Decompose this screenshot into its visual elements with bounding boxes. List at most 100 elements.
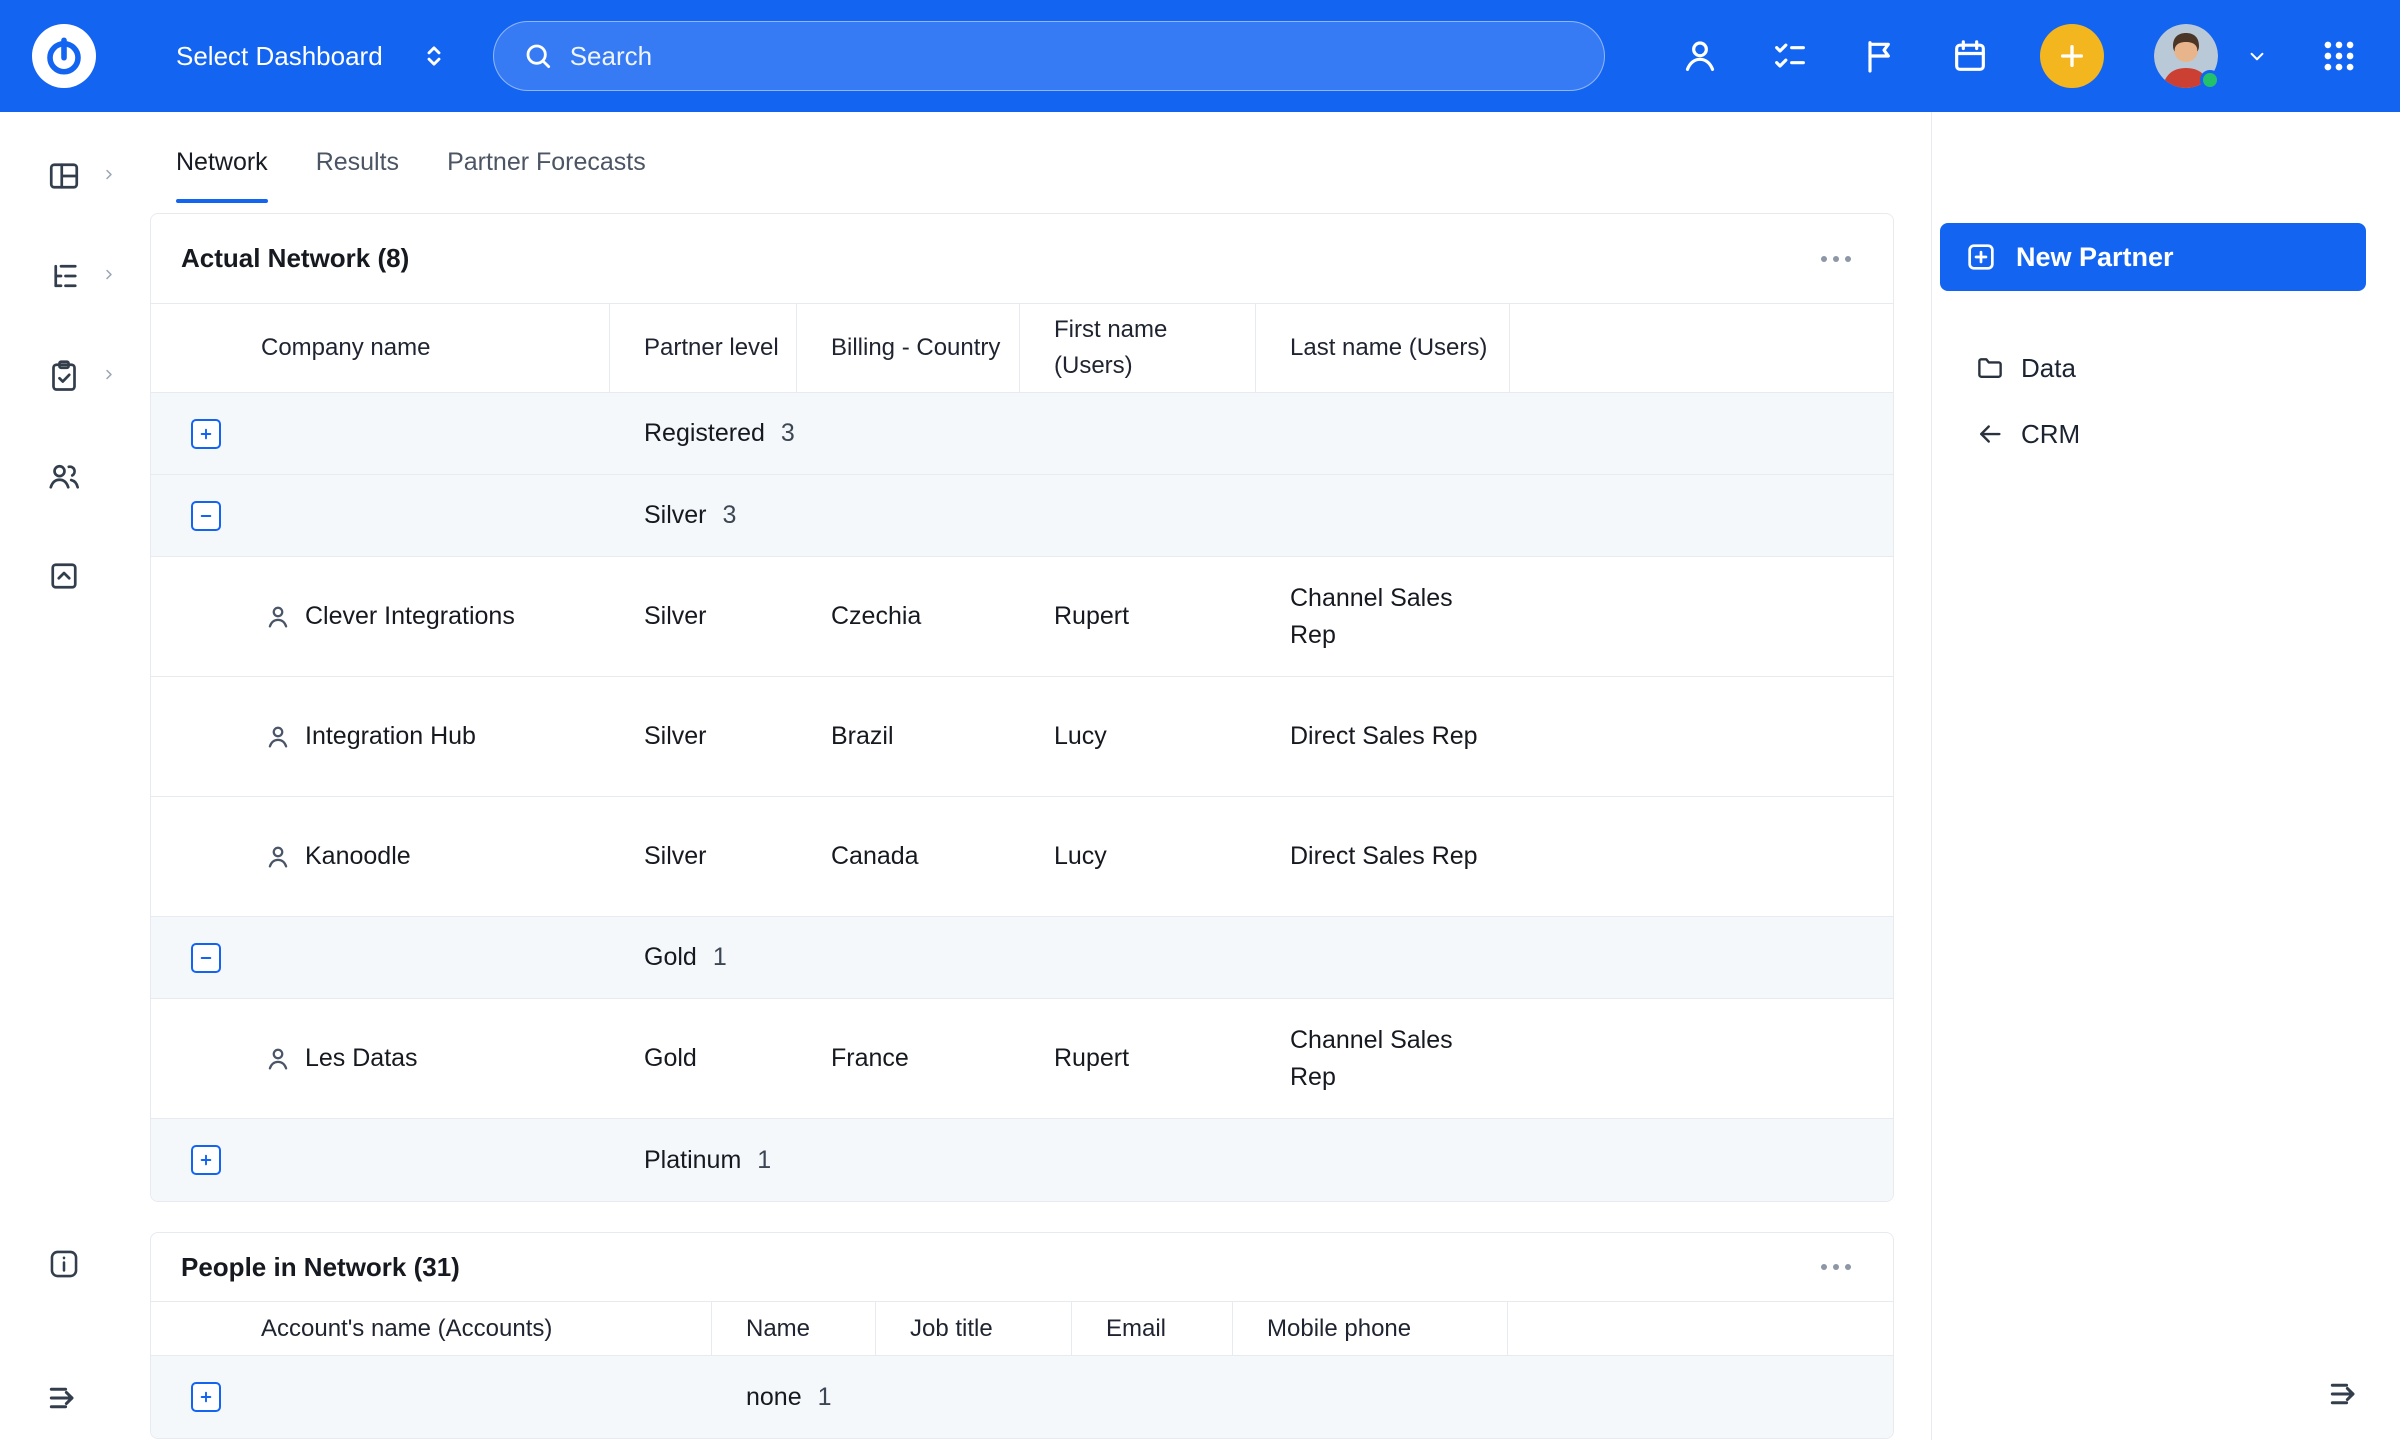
collapse-button[interactable] xyxy=(191,943,221,973)
table-row[interactable]: Kanoodle Silver Canada Lucy Direct Sales… xyxy=(151,797,1893,917)
last-name: Channel Sales Rep xyxy=(1256,999,1510,1118)
logo-container xyxy=(0,24,127,88)
search-icon xyxy=(522,40,554,72)
column-header: Name xyxy=(712,1302,876,1355)
plus-square-icon xyxy=(1964,240,1998,274)
left-sidebar xyxy=(0,112,127,1440)
table-row[interactable]: Les Datas Gold France Rupert Channel Sal… xyxy=(151,999,1893,1119)
first-name: Lucy xyxy=(1020,677,1256,796)
table-row[interactable]: Integration Hub Silver Brazil Lucy Direc… xyxy=(151,677,1893,797)
panel-item-data[interactable]: Data xyxy=(1932,335,2400,401)
card-menu-button[interactable] xyxy=(1819,248,1853,270)
card-menu-button[interactable] xyxy=(1819,1256,1853,1278)
calendar-icon xyxy=(1950,36,1990,76)
tab-results[interactable]: Results xyxy=(316,148,399,203)
user-icon xyxy=(1680,36,1720,76)
sidebar-item-hierarchy[interactable] xyxy=(0,258,127,294)
last-name: Direct Sales Rep xyxy=(1256,677,1510,796)
topbar-actions xyxy=(1680,24,2400,88)
online-status-dot xyxy=(2200,70,2220,90)
collapse-button[interactable] xyxy=(191,501,221,531)
new-partner-button[interactable]: New Partner xyxy=(1940,223,2366,291)
expand-panel-icon xyxy=(45,1379,83,1417)
column-header: Company name xyxy=(151,304,610,392)
tree-icon xyxy=(46,258,82,294)
info-button[interactable] xyxy=(47,1247,81,1284)
column-header: Email xyxy=(1072,1302,1233,1355)
chevron-down-icon xyxy=(2244,43,2270,69)
add-button[interactable] xyxy=(2040,24,2104,88)
table-row[interactable]: Clever Integrations Silver Czechia Ruper… xyxy=(151,557,1893,677)
user-button[interactable] xyxy=(1680,36,1720,76)
group-count: 1 xyxy=(757,1142,771,1178)
sidebar-item-people[interactable] xyxy=(0,458,127,494)
column-header: Partner level xyxy=(610,304,797,392)
person-icon xyxy=(263,1044,293,1074)
plus-icon xyxy=(2056,40,2088,72)
dashboard-selector[interactable]: Select Dashboard xyxy=(176,41,449,72)
clipboard-check-icon xyxy=(46,358,82,394)
person-icon xyxy=(263,722,293,752)
tab-bar: Network Results Partner Forecasts xyxy=(150,112,1894,203)
search-bar[interactable] xyxy=(493,21,1605,91)
panel-item-crm[interactable]: CRM xyxy=(1932,401,2400,467)
expand-button[interactable] xyxy=(191,1145,221,1175)
arrow-left-icon xyxy=(1975,419,2005,449)
group-row-silver[interactable]: Silver 3 xyxy=(151,475,1893,557)
flag-button[interactable] xyxy=(1860,36,1900,76)
column-header: Job title xyxy=(876,1302,1072,1355)
tab-network[interactable]: Network xyxy=(176,148,268,203)
partner-level: Gold xyxy=(610,999,797,1118)
flag-icon xyxy=(1860,36,1900,76)
card-header: People in Network (31) xyxy=(151,1233,1893,1302)
group-label: Registered xyxy=(644,415,765,451)
company-name: Kanoodle xyxy=(305,838,411,874)
group-row-platinum[interactable]: Platinum 1 xyxy=(151,1119,1893,1201)
group-label: Silver xyxy=(644,497,707,533)
chevron-right-icon xyxy=(101,267,117,286)
sidebar-expand-button[interactable] xyxy=(45,1379,83,1420)
panel-expand-button[interactable] xyxy=(2326,1375,2364,1416)
partner-level: Silver xyxy=(610,677,797,796)
first-name: Rupert xyxy=(1020,557,1256,676)
search-input[interactable] xyxy=(570,41,1576,72)
company-name: Clever Integrations xyxy=(305,598,515,634)
tasks-button[interactable] xyxy=(1770,36,1810,76)
sidebar-item-archive[interactable] xyxy=(0,558,127,594)
tasks-icon xyxy=(1770,36,1810,76)
card-title: Actual Network (8) xyxy=(181,243,409,274)
group-row-gold[interactable]: Gold 1 xyxy=(151,917,1893,999)
dashboard-icon xyxy=(46,158,82,194)
sidebar-item-reports[interactable] xyxy=(0,358,127,394)
group-count: 1 xyxy=(713,939,727,975)
billing-country: Canada xyxy=(797,797,1020,916)
chevron-right-icon xyxy=(101,167,117,186)
tab-partner-forecasts[interactable]: Partner Forecasts xyxy=(447,148,646,203)
profile-menu-button[interactable] xyxy=(2244,43,2270,69)
company-name: Integration Hub xyxy=(305,718,476,754)
apps-button[interactable] xyxy=(2320,37,2358,75)
panel-list: Data CRM xyxy=(1932,335,2400,467)
group-label: Gold xyxy=(644,939,697,975)
app-logo[interactable] xyxy=(32,24,96,88)
partner-level: Silver xyxy=(610,797,797,916)
right-panel: New Partner Data CRM xyxy=(1931,112,2400,1440)
user-avatar[interactable] xyxy=(2154,24,2218,88)
calendar-button[interactable] xyxy=(1950,36,1990,76)
billing-country: Czechia xyxy=(797,557,1020,676)
group-row-none[interactable]: none 1 xyxy=(151,1356,1893,1438)
expand-button[interactable] xyxy=(191,419,221,449)
sidebar-item-dashboards[interactable] xyxy=(0,158,127,194)
card-title: People in Network (31) xyxy=(181,1252,460,1283)
dashboard-selector-label: Select Dashboard xyxy=(176,41,383,72)
apps-grid-icon xyxy=(2320,37,2358,75)
expand-button[interactable] xyxy=(191,1382,221,1412)
column-header-empty xyxy=(1508,1302,1893,1355)
panel-item-label: Data xyxy=(2021,353,2076,384)
empty-cell xyxy=(1510,557,1893,676)
person-icon xyxy=(263,842,293,872)
new-partner-label: New Partner xyxy=(2016,242,2174,273)
group-row-registered[interactable]: Registered 3 xyxy=(151,393,1893,475)
partner-level: Silver xyxy=(610,557,797,676)
people-network-card: People in Network (31) Account's name (A… xyxy=(150,1232,1894,1439)
